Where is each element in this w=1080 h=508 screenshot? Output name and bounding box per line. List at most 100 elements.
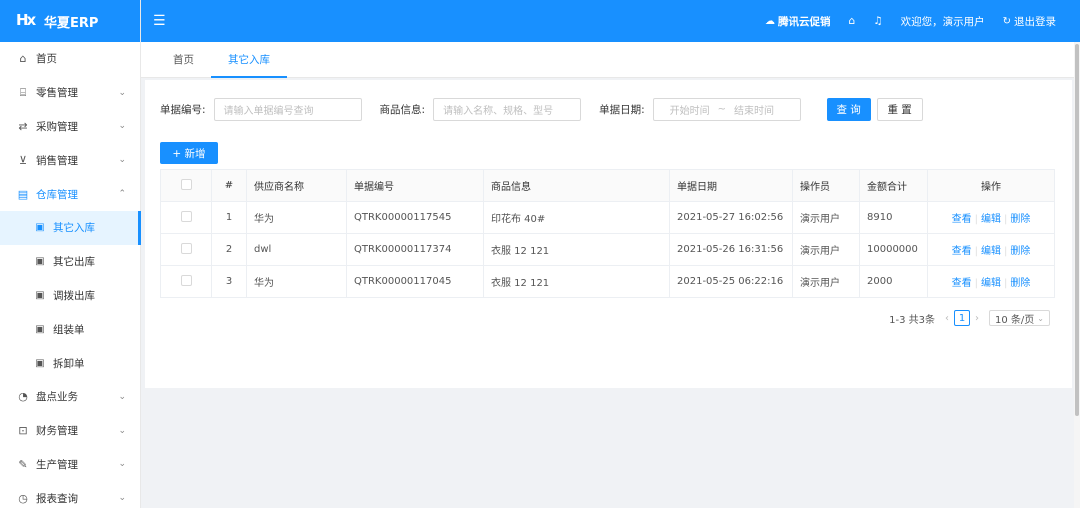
delete-link[interactable]: 删除	[1010, 214, 1030, 225]
logo[interactable]: Hx 华夏ERP	[0, 0, 140, 42]
table-header-row: # 供应商名称 单据编号 商品信息 单据日期 操作员 金额合计 操作	[160, 169, 1055, 202]
sidebar-item-production[interactable]: ✎ 生产管理 ⌄	[0, 448, 140, 482]
delete-link[interactable]: 删除	[1010, 278, 1030, 289]
sidebar-item-label: 财务管理	[36, 425, 78, 438]
cell-actions: 查看 | 编辑 | 删除	[927, 233, 1055, 266]
cell-bill-no: QTRK00000117045	[346, 265, 484, 298]
query-button[interactable]: 查 询	[826, 98, 871, 121]
goods-input[interactable]: 请输入名称、规格、型号	[433, 98, 582, 121]
sidebar-item-retail[interactable]: ⌸ 零售管理 ⌄	[0, 76, 140, 110]
page-tabs: 首页 其它入库	[141, 42, 1074, 78]
sidebar-item-label: 其它入库	[53, 222, 95, 235]
sidebar-item-other-outbound[interactable]: ▣ 其它出库	[0, 245, 140, 279]
row-select-cell	[160, 265, 212, 298]
doc-icon: ▣	[35, 256, 45, 268]
chevron-left-icon[interactable]: ‹	[945, 313, 949, 324]
sidebar-item-label: 仓库管理	[36, 188, 78, 201]
cell-bill-no: QTRK00000117545	[346, 201, 484, 234]
divider: |	[1004, 278, 1008, 289]
cell-date: 2021-05-25 06:22:16	[669, 265, 793, 298]
col-actions: 操作	[927, 169, 1055, 202]
cell-amount: 2000	[859, 265, 928, 298]
user-welcome[interactable]: 欢迎您，演示用户	[901, 14, 985, 29]
menu-fold-icon[interactable]: ☰	[153, 13, 169, 29]
add-button[interactable]: + 新增	[160, 142, 218, 164]
edit-link[interactable]: 编辑	[981, 278, 1001, 289]
col-date: 单据日期	[669, 169, 793, 202]
sidebar-item-home[interactable]: ⌂ 首页	[0, 42, 140, 76]
cell-supplier: 华为	[246, 265, 347, 298]
select-all-checkbox[interactable]	[180, 178, 192, 190]
bank-button[interactable]: ⌂	[849, 15, 856, 27]
cart-icon: ⊻	[18, 153, 28, 167]
warehouse-icon: ▤	[17, 187, 29, 201]
chevron-down-icon: ⌄	[118, 425, 126, 436]
sidebar-item-finance[interactable]: ⊡ 财务管理 ⌄	[0, 414, 140, 448]
cell-goods: 衣服 12 121	[483, 265, 670, 298]
sidebar-item-disassembly[interactable]: ▣ 拆卸单	[0, 346, 140, 380]
promo-label: 腾讯云促销	[778, 15, 831, 28]
row-checkbox[interactable]	[180, 242, 192, 254]
tool-icon: ✎	[18, 457, 28, 471]
cell-supplier: dwl	[246, 233, 347, 266]
date-range-picker[interactable]: 开始时间 ~ 结束时间	[652, 98, 801, 121]
sidebar-item-label: 组装单	[53, 323, 85, 336]
sidebar-item-inventory[interactable]: ◔ 盘点业务 ⌄	[0, 380, 140, 414]
row-checkbox[interactable]	[180, 274, 192, 286]
select-all-cell	[160, 169, 212, 202]
divider: |	[1004, 246, 1008, 257]
delete-link[interactable]: 删除	[1010, 246, 1030, 257]
sidebar-item-warehouse[interactable]: ▤ 仓库管理 ⌃	[0, 177, 140, 211]
cell-bill-no: QTRK00000117374	[346, 233, 484, 266]
promo-link[interactable]: ☁ 腾讯云促销	[765, 14, 831, 29]
pagination: 1-3 共3条 ‹ 1 › 10 条/页 ⌄	[889, 310, 1050, 326]
shop-icon: ⌸	[19, 85, 27, 99]
header-actions: ☁ 腾讯云促销 ⌂ ♫ 欢迎您，演示用户 ↻ 退出登录	[747, 14, 1056, 29]
page-size-select[interactable]: 10 条/页 ⌄	[989, 310, 1050, 326]
sidebar-item-reports[interactable]: ◷ 报表查询 ⌄	[0, 481, 140, 508]
divider: |	[974, 214, 978, 225]
sidebar-item-transfer-outbound[interactable]: ▣ 调拨出库	[0, 279, 140, 313]
logout-label: 退出登录	[1014, 15, 1056, 28]
col-operator: 操作员	[792, 169, 860, 202]
row-checkbox[interactable]	[180, 210, 192, 222]
reset-button[interactable]: 重 置	[876, 98, 923, 121]
chevron-down-icon: ⌄	[118, 493, 126, 504]
edit-link[interactable]: 编辑	[981, 214, 1001, 225]
sidebar-item-other-inbound[interactable]: ▣ 其它入库	[0, 210, 141, 245]
chevron-down-icon: ⌄	[118, 87, 126, 98]
cell-operator: 演示用户	[792, 233, 860, 266]
tab-other-inbound[interactable]: 其它入库	[211, 41, 287, 78]
cell-operator: 演示用户	[792, 265, 860, 298]
bill-no-input[interactable]: 请输入单据编号查询	[213, 98, 362, 121]
home-icon: ⌂	[19, 52, 27, 66]
dashboard-icon: ◔	[18, 390, 28, 404]
date-end: 结束时间	[734, 106, 775, 117]
page-number-current[interactable]: 1	[954, 310, 971, 326]
chevron-down-icon: ⌄	[1037, 313, 1044, 323]
sidebar-item-assembly[interactable]: ▣ 组装单	[0, 312, 140, 346]
sidebar-item-label: 生产管理	[36, 458, 78, 471]
edit-link[interactable]: 编辑	[981, 246, 1001, 257]
cell-date: 2021-05-27 16:02:56	[669, 201, 793, 234]
view-link[interactable]: 查看	[952, 214, 972, 225]
logout-button[interactable]: ↻ 退出登录	[1003, 14, 1056, 29]
tab-home[interactable]: 首页	[156, 41, 211, 77]
chevron-down-icon: ⌄	[118, 155, 126, 166]
chevron-down-icon: ⌄	[118, 391, 126, 402]
sidebar-item-label: 其它出库	[53, 256, 95, 269]
chevron-right-icon[interactable]: ›	[975, 313, 979, 324]
chevron-down-icon: ⌄	[118, 121, 126, 132]
sidebar-item-sales[interactable]: ⊻ 销售管理 ⌄	[0, 143, 140, 177]
view-link[interactable]: 查看	[952, 278, 972, 289]
cell-goods: 印花布 40#	[483, 201, 670, 234]
cell-actions: 查看 | 编辑 | 删除	[927, 201, 1055, 234]
col-index: #	[211, 169, 247, 202]
sidebar-item-label: 调拨出库	[53, 289, 95, 302]
chevron-down-icon: ⌄	[118, 459, 126, 470]
scrollbar-thumb[interactable]	[1075, 44, 1079, 416]
page-scrollbar[interactable]	[1074, 42, 1080, 508]
notification-button[interactable]: ♫	[873, 15, 882, 27]
view-link[interactable]: 查看	[952, 246, 972, 257]
sidebar-item-purchase[interactable]: ⇄ 采购管理 ⌄	[0, 110, 140, 144]
